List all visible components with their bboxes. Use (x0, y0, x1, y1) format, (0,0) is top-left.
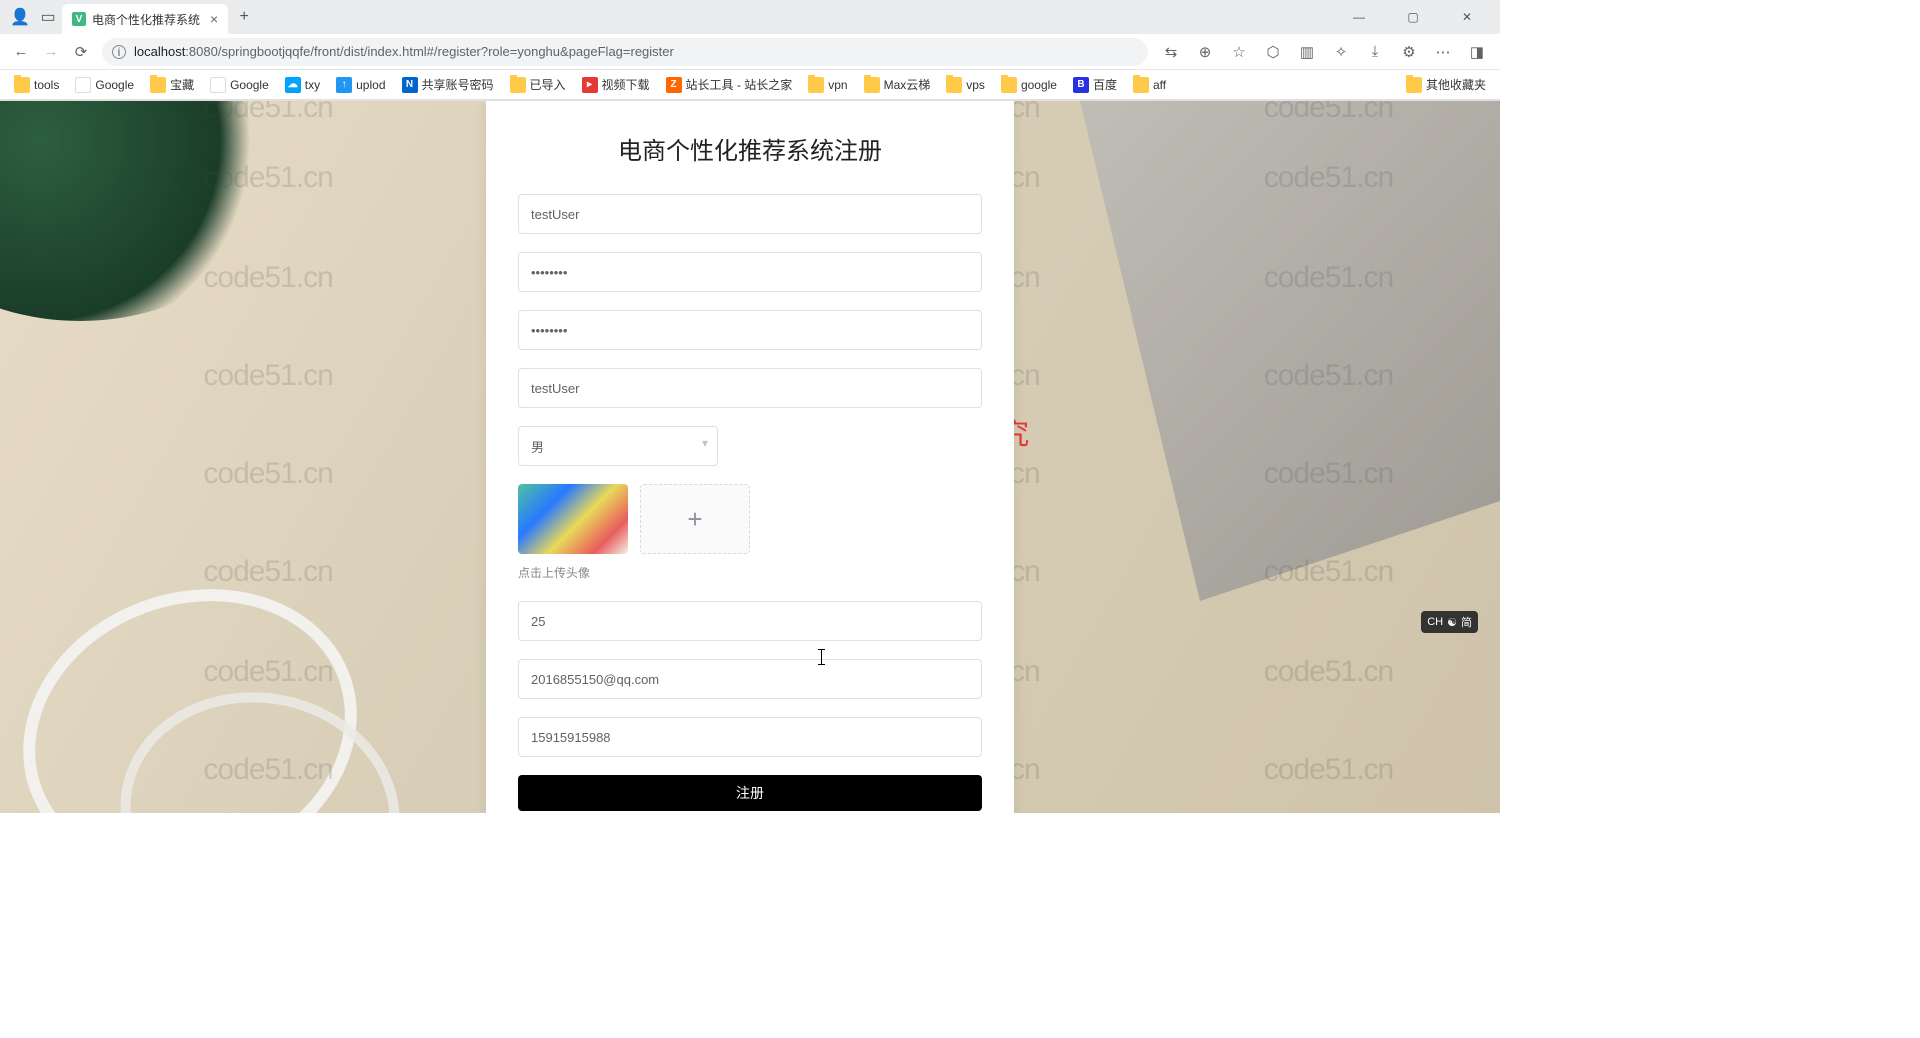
tab-overview-icon[interactable]: ▭ (40, 9, 56, 25)
refresh-button[interactable]: ⟳ (66, 37, 96, 67)
tab-title: 电商个性化推荐系统 (92, 11, 200, 28)
url-host: localhost (134, 44, 185, 59)
bookmarks-bar: tools GGoogle 宝藏 GGoogle ☁txy ↑uplod N共享… (0, 70, 1500, 100)
phone-input[interactable] (518, 717, 982, 757)
forward-button[interactable]: → (36, 37, 66, 67)
site-info-icon[interactable]: i (112, 45, 126, 59)
close-tab-icon[interactable]: × (210, 11, 218, 27)
upload-avatar-button[interactable]: + (640, 484, 750, 554)
ime-lang: CH (1427, 616, 1443, 628)
ime-indicator[interactable]: CH ☯ 简 (1421, 611, 1478, 633)
nickname-input[interactable] (518, 368, 982, 408)
reading-list-icon[interactable]: ✧ (1324, 37, 1358, 67)
bookmark-aff[interactable]: aff (1125, 73, 1174, 97)
profile-icon[interactable]: 👤 (12, 9, 28, 25)
email-input[interactable] (518, 659, 982, 699)
bookmark-google2[interactable]: GGoogle (202, 73, 277, 97)
window-maximize-button[interactable]: ▢ (1392, 2, 1434, 32)
bookmark-max[interactable]: Max云梯 (856, 73, 939, 97)
address-bar: ← → ⟳ i localhost:8080/springbootjqqfe/f… (0, 34, 1500, 70)
bookmark-share[interactable]: N共享账号密码 (394, 73, 502, 97)
back-button[interactable]: ← (6, 37, 36, 67)
vue-favicon: V (72, 12, 86, 26)
confirm-password-input[interactable] (518, 310, 982, 350)
bookmark-baozang[interactable]: 宝藏 (142, 73, 202, 97)
url-path: :8080/springbootjqqfe/front/dist/index.h… (185, 44, 674, 59)
username-input[interactable] (518, 194, 982, 234)
browser-chrome: 👤 ▭ V 电商个性化推荐系统 × + — ▢ ✕ ← → ⟳ i localh… (0, 0, 1500, 101)
translate-icon[interactable]: ⇆ (1154, 37, 1188, 67)
bookmark-baidu[interactable]: B百度 (1065, 73, 1125, 97)
bookmark-imported[interactable]: 已导入 (502, 73, 574, 97)
more-icon[interactable]: ⋯ (1426, 37, 1460, 67)
downloads-icon[interactable]: ⤓ (1358, 37, 1392, 67)
zoom-icon[interactable]: ⊕ (1188, 37, 1222, 67)
bookmark-google[interactable]: GGoogle (67, 73, 142, 97)
bookmark-vps[interactable]: vps (938, 73, 993, 97)
window-minimize-button[interactable]: — (1338, 2, 1380, 32)
page-title: 电商个性化推荐系统注册 (518, 131, 982, 166)
bookmark-txy[interactable]: ☁txy (277, 73, 328, 97)
bookmark-tools[interactable]: tools (6, 73, 67, 97)
collections-icon[interactable]: ▥ (1290, 37, 1324, 67)
window-close-button[interactable]: ✕ (1446, 2, 1488, 32)
register-button[interactable]: 注册 (518, 775, 982, 811)
text-cursor-icon (818, 649, 819, 665)
bookmark-video[interactable]: ▸视频下载 (574, 73, 658, 97)
new-tab-button[interactable]: + (236, 9, 252, 25)
sidebar-toggle-icon[interactable]: ◨ (1460, 37, 1494, 67)
bookmark-other[interactable]: 其他收藏夹 (1398, 73, 1494, 97)
password-input[interactable] (518, 252, 982, 292)
register-card: 电商个性化推荐系统注册 + 点击上传头像 注册 重置 已有账户登录 (486, 101, 1014, 813)
bookmark-upload[interactable]: ↑uplod (328, 73, 393, 97)
browser-tab[interactable]: V 电商个性化推荐系统 × (62, 4, 228, 34)
gender-select[interactable] (518, 426, 718, 466)
bookmark-vpn[interactable]: vpn (800, 73, 855, 97)
bookmark-google-folder[interactable]: google (993, 73, 1065, 97)
avatar-thumbnail[interactable] (518, 484, 628, 554)
url-input[interactable]: i localhost:8080/springbootjqqfe/front/d… (102, 38, 1148, 66)
extensions-icon[interactable]: ⬡ (1256, 37, 1290, 67)
page-viewport: code51.cncode51.cncode51.cncode51.cncode… (0, 101, 1500, 813)
favorite-icon[interactable]: ☆ (1222, 37, 1256, 67)
titlebar: 👤 ▭ V 电商个性化推荐系统 × + — ▢ ✕ (0, 0, 1500, 34)
bookmark-zzgj[interactable]: Z站长工具 - 站长之家 (658, 73, 801, 97)
ime-mode-icon: ☯ (1447, 616, 1457, 629)
ime-mode: 简 (1461, 614, 1472, 630)
age-input[interactable] (518, 601, 982, 641)
upload-hint: 点击上传头像 (518, 564, 982, 581)
extension2-icon[interactable]: ⚙ (1392, 37, 1426, 67)
